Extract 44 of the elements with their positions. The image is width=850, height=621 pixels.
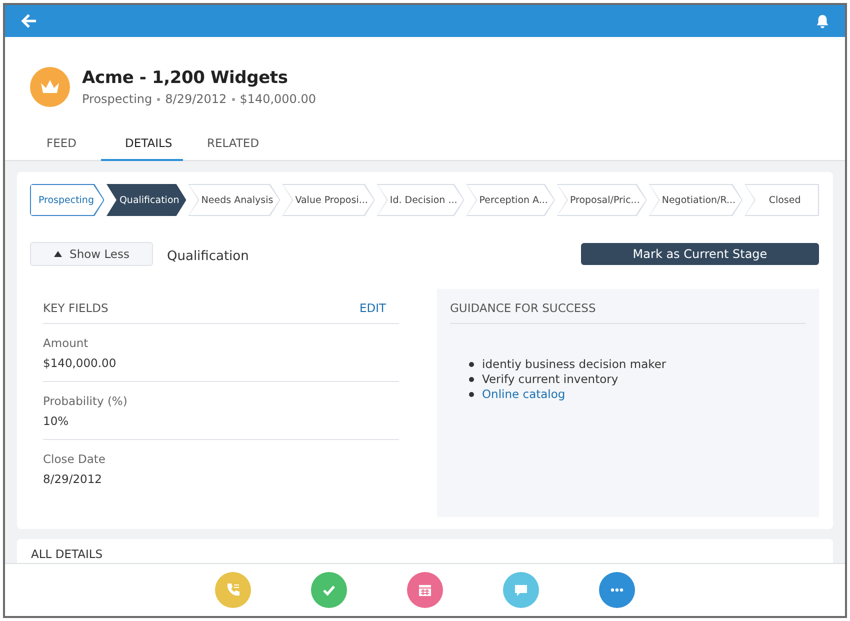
field-label: Amount bbox=[43, 336, 90, 350]
record-meta: 8/29/2012 bbox=[165, 92, 227, 106]
record-meta: Prospecting bbox=[82, 92, 152, 106]
check-icon[interactable] bbox=[311, 572, 347, 608]
field-label: Close Date bbox=[43, 452, 106, 466]
guidance-link[interactable]: Online catalog bbox=[482, 387, 566, 402]
path-stage[interactable]: Closed bbox=[744, 184, 820, 216]
path-stage[interactable]: Prospecting bbox=[30, 184, 104, 216]
bullet-icon bbox=[469, 362, 474, 367]
bullet-icon bbox=[469, 392, 474, 397]
path-stage[interactable]: Proposal/Pric... bbox=[556, 184, 647, 216]
path-stage[interactable]: Perception A... bbox=[466, 184, 555, 216]
separator-dot bbox=[157, 98, 160, 100]
tab[interactable]: FEED bbox=[19, 127, 101, 161]
field-value: $140,000.00 bbox=[43, 356, 118, 370]
calendar-icon[interactable] bbox=[407, 572, 443, 608]
field-label: Probability (%) bbox=[43, 394, 128, 408]
section-heading: GUIDANCE FOR SUCCESS bbox=[450, 301, 596, 315]
bell-icon[interactable] bbox=[815, 14, 830, 28]
stage-name: Qualification bbox=[167, 249, 249, 264]
field-value: 10% bbox=[43, 414, 70, 428]
phone-icon[interactable] bbox=[215, 572, 251, 608]
path-stage[interactable]: Value Proposi... bbox=[282, 184, 375, 216]
guidance-item: identiy business decision maker bbox=[482, 357, 666, 372]
tab[interactable]: RELATED bbox=[183, 127, 265, 161]
field-value: 8/29/2012 bbox=[43, 472, 103, 486]
record-title: Acme - 1,200 Widgets bbox=[82, 68, 289, 88]
back-arrow-icon[interactable] bbox=[21, 14, 37, 28]
section-heading: ALL DETAILS bbox=[31, 547, 103, 561]
section-heading: KEY FIELDS bbox=[43, 301, 108, 315]
path-stage[interactable]: Needs Analysis bbox=[188, 184, 280, 216]
path-stage[interactable]: Id. Decision ... bbox=[376, 184, 464, 216]
bullet-icon bbox=[469, 377, 474, 382]
mark-current-stage-button[interactable]: Mark as Current Stage bbox=[581, 243, 819, 265]
record-meta: $140,000.00 bbox=[240, 92, 316, 106]
guidance-item: Verify current inventory bbox=[482, 372, 618, 387]
separator-dot bbox=[232, 98, 235, 100]
path-stage[interactable]: Negotiation/R... bbox=[648, 184, 743, 216]
chat-icon[interactable] bbox=[503, 572, 539, 608]
path-stage[interactable]: Qualification bbox=[106, 184, 186, 216]
show-less-button[interactable]: Show Less bbox=[30, 242, 153, 266]
crown-icon bbox=[30, 67, 70, 107]
edit-link[interactable]: EDIT bbox=[359, 301, 386, 315]
more-icon[interactable] bbox=[599, 572, 635, 608]
